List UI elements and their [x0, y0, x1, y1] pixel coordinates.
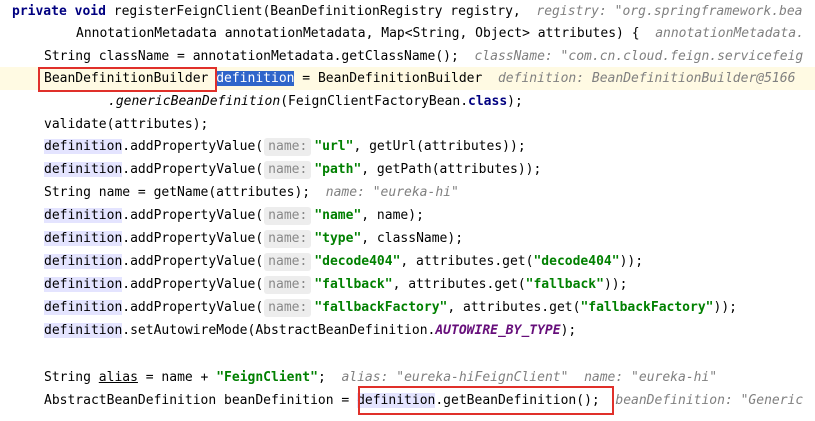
variable-usage[interactable]: definition — [44, 208, 123, 223]
code-line-12[interactable]: definition.addPropertyValue(name: "decode… — [44, 250, 815, 273]
string-literal: "fallbackFactory" — [314, 300, 448, 315]
code-text: .addPropertyValue( — [122, 139, 264, 154]
code-line-6[interactable]: validate(attributes); — [44, 113, 815, 136]
variable-declaration[interactable]: alias — [99, 370, 138, 385]
code-line-9[interactable]: String name = getName(attributes); name:… — [44, 181, 815, 204]
string-literal: "decode404" — [533, 254, 620, 269]
debug-inline-value: beanDefinition: "Generic — [615, 393, 804, 408]
code-text: .addPropertyValue( — [122, 208, 264, 223]
variable-usage[interactable]: definition — [357, 393, 436, 408]
variable-usage[interactable]: definition — [44, 162, 123, 177]
code-text: (FeignClientFactoryBean. — [280, 94, 469, 109]
debug-inline-value: annotationMetadata. — [655, 26, 804, 41]
code-line-10[interactable]: definition.addPropertyValue(name: "name",… — [44, 204, 815, 227]
debug-inline-value: className: "com.cn.cloud.feign.servicefe… — [474, 49, 804, 64]
variable-usage[interactable]: definition — [44, 300, 123, 315]
code-text: , name); — [361, 208, 424, 223]
code-text: , attributes.get( — [400, 254, 534, 269]
code-text: .setAutowireMode(AbstractBeanDefinition. — [122, 323, 436, 338]
code-text: AnnotationMetadata annotationMetadata, M… — [76, 26, 656, 41]
code-text: AbstractBeanDefinition beanDefinition = — [44, 393, 358, 408]
string-literal: "FeignClient" — [216, 370, 318, 385]
code-line-7[interactable]: definition.addPropertyValue(name: "url", … — [44, 135, 815, 158]
parameter-hint: name: — [264, 207, 312, 225]
code-editor[interactable]: private void registerFeignClient(BeanDef… — [0, 0, 815, 421]
code-text: , className); — [361, 231, 464, 246]
code-text: )); — [619, 254, 644, 269]
string-literal: "name" — [314, 208, 362, 223]
code-line-4-current[interactable]: BeanDefinitionBuilder definition = BeanD… — [0, 67, 815, 90]
parameter-hint: name: — [264, 299, 312, 317]
code-line-2[interactable]: AnnotationMetadata annotationMetadata, M… — [76, 22, 815, 45]
code-text: )); — [603, 277, 628, 292]
parameter-hint: name: — [264, 276, 312, 294]
string-literal: "path" — [314, 162, 362, 177]
parameter-hint: name: — [264, 161, 312, 179]
code-text: .addPropertyValue( — [122, 231, 264, 246]
debug-inline-value: name: "eureka-hi" — [325, 185, 459, 200]
code-text: )); — [713, 300, 737, 315]
code-line-14[interactable]: definition.addPropertyValue(name: "fallba… — [44, 296, 815, 319]
static-field: AUTOWIRE_BY_TYPE — [435, 323, 561, 338]
debug-inline-value: definition: BeanDefinitionBuilder@5166 — [497, 71, 796, 86]
code-line-15[interactable]: definition.setAutowireMode(AbstractBeanD… — [44, 319, 815, 342]
parameter-hint: name: — [264, 253, 312, 271]
code-text: , getPath(attributes)); — [361, 162, 542, 177]
code-line-11[interactable]: definition.addPropertyValue(name: "type",… — [44, 227, 815, 250]
keyword: private void — [12, 4, 106, 19]
code-text: = BeanDefinitionBuilder — [294, 71, 498, 86]
keyword: class — [468, 94, 508, 109]
code-text: String — [44, 370, 99, 385]
variable-usage[interactable]: definition — [44, 323, 123, 338]
parameter-hint: name: — [264, 138, 312, 156]
code-line-17[interactable]: AbstractBeanDefinition beanDefinition = … — [44, 389, 815, 412]
code-text: .addPropertyValue( — [122, 277, 264, 292]
variable-usage[interactable]: definition — [44, 231, 123, 246]
parameter-hint: name: — [264, 230, 312, 248]
code-text: = name + — [137, 370, 217, 385]
code-line-8[interactable]: definition.addPropertyValue(name: "path",… — [44, 158, 815, 181]
variable-usage[interactable]: definition — [44, 139, 123, 154]
code-text: , getUrl(attributes)); — [353, 139, 526, 154]
variable-usage[interactable]: definition — [44, 277, 123, 292]
string-literal: "type" — [314, 231, 362, 246]
code-text: String className = annotationMetadata.ge… — [44, 49, 475, 64]
string-literal: "fallback" — [314, 277, 393, 292]
code-text: ); — [507, 94, 523, 109]
code-line-5[interactable]: .genericBeanDefinition(FeignClientFactor… — [108, 90, 815, 113]
string-literal: "url" — [314, 139, 354, 154]
string-literal: "decode404" — [314, 254, 401, 269]
type-name: BeanDefinitionBuilder — [44, 71, 209, 86]
string-literal: "fallbackFactory" — [580, 300, 714, 315]
code-text: .addPropertyValue( — [122, 162, 264, 177]
debug-inline-value: alias: "eureka-hiFeignClient" name: "eur… — [341, 370, 718, 385]
code-line-13[interactable]: definition.addPropertyValue(name: "fallba… — [44, 273, 815, 296]
code-line-1[interactable]: private void registerFeignClient(BeanDef… — [12, 0, 815, 23]
code-text: validate(attributes); — [44, 117, 209, 132]
code-text: .addPropertyValue( — [122, 254, 264, 269]
code-line-3[interactable]: String className = annotationMetadata.ge… — [44, 45, 815, 68]
debug-inline-value: registry: "org.springframework.bea — [536, 4, 803, 19]
code-text: registerFeignClient(BeanDefinitionRegist… — [105, 4, 537, 19]
code-text: , attributes.get( — [447, 300, 581, 315]
variable-usage[interactable]: definition — [44, 254, 123, 269]
code-text: ); — [560, 323, 577, 338]
code-text: ; — [317, 370, 342, 385]
code-text: .addPropertyValue( — [122, 300, 264, 315]
code-text: String name = getName(attributes); — [44, 185, 326, 200]
string-literal: "fallback" — [525, 277, 604, 292]
code-text: , attributes.get( — [392, 277, 526, 292]
code-text: .getBeanDefinition(); — [435, 393, 616, 408]
selected-variable[interactable]: definition — [216, 71, 295, 86]
static-method: .genericBeanDefinition — [108, 94, 281, 109]
code-line-16[interactable]: String alias = name + "FeignClient"; ali… — [44, 366, 815, 389]
